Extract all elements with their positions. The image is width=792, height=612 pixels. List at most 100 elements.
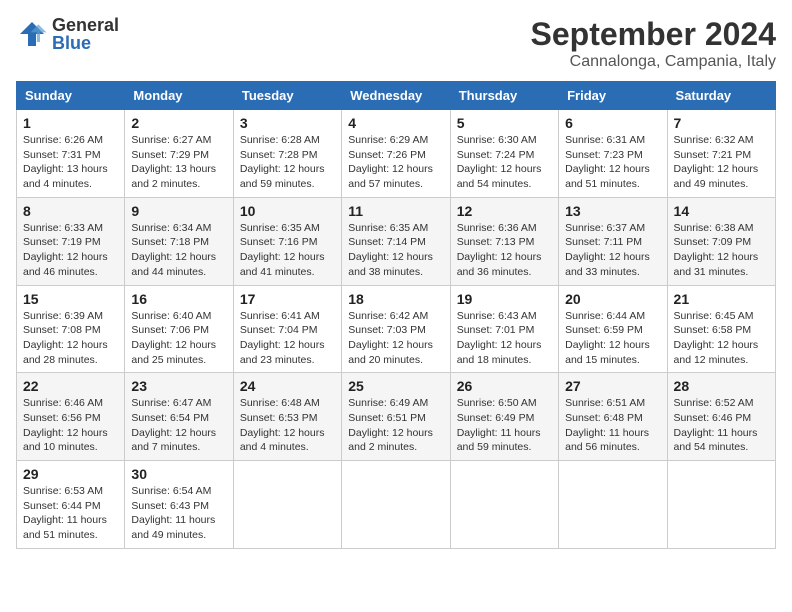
day-number: 3 <box>240 115 335 131</box>
day-info: Sunrise: 6:47 AM Sunset: 6:54 PM Dayligh… <box>131 396 226 455</box>
calendar-cell: 16 Sunrise: 6:40 AM Sunset: 7:06 PM Dayli… <box>125 285 233 373</box>
weekday-header-wednesday: Wednesday <box>342 82 450 110</box>
calendar-cell: 6 Sunrise: 6:31 AM Sunset: 7:23 PM Daylig… <box>559 110 667 198</box>
weekday-header-monday: Monday <box>125 82 233 110</box>
weekday-header-saturday: Saturday <box>667 82 775 110</box>
day-number: 16 <box>131 291 226 307</box>
day-info: Sunrise: 6:41 AM Sunset: 7:04 PM Dayligh… <box>240 309 335 368</box>
day-info: Sunrise: 6:54 AM Sunset: 6:43 PM Dayligh… <box>131 484 226 543</box>
calendar-cell: 20 Sunrise: 6:44 AM Sunset: 6:59 PM Dayli… <box>559 285 667 373</box>
day-info: Sunrise: 6:45 AM Sunset: 6:58 PM Dayligh… <box>674 309 769 368</box>
calendar-cell: 8Sunrise: 6:33 AM Sunset: 7:19 PM Daylig… <box>17 197 125 285</box>
day-info: Sunrise: 6:36 AM Sunset: 7:13 PM Dayligh… <box>457 221 552 280</box>
calendar-cell <box>233 461 341 549</box>
day-number: 7 <box>674 115 769 131</box>
calendar-cell: 30 Sunrise: 6:54 AM Sunset: 6:43 PM Dayli… <box>125 461 233 549</box>
calendar-cell: 22 Sunrise: 6:46 AM Sunset: 6:56 PM Dayli… <box>17 373 125 461</box>
calendar-cell: 24Sunrise: 6:48 AM Sunset: 6:53 PM Dayli… <box>233 373 341 461</box>
day-number: 29 <box>23 466 118 482</box>
day-number: 30 <box>131 466 226 482</box>
day-info: Sunrise: 6:27 AM Sunset: 7:29 PM Dayligh… <box>131 133 226 192</box>
day-info: Sunrise: 6:32 AM Sunset: 7:21 PM Dayligh… <box>674 133 769 192</box>
calendar-cell: 11 Sunrise: 6:35 AM Sunset: 7:14 PM Dayli… <box>342 197 450 285</box>
calendar-cell <box>559 461 667 549</box>
calendar-cell: 26Sunrise: 6:50 AM Sunset: 6:49 PM Dayli… <box>450 373 558 461</box>
day-info: Sunrise: 6:43 AM Sunset: 7:01 PM Dayligh… <box>457 309 552 368</box>
day-number: 27 <box>565 378 660 394</box>
day-number: 12 <box>457 203 552 219</box>
day-number: 17 <box>240 291 335 307</box>
day-number: 28 <box>674 378 769 394</box>
calendar-cell: 27Sunrise: 6:51 AM Sunset: 6:48 PM Dayli… <box>559 373 667 461</box>
day-number: 24 <box>240 378 335 394</box>
day-number: 2 <box>131 115 226 131</box>
calendar-cell: 23 Sunrise: 6:47 AM Sunset: 6:54 PM Dayli… <box>125 373 233 461</box>
day-info: Sunrise: 6:42 AM Sunset: 7:03 PM Dayligh… <box>348 309 443 368</box>
calendar-week-5: 29 Sunrise: 6:53 AM Sunset: 6:44 PM Dayli… <box>17 461 776 549</box>
day-number: 1 <box>23 115 118 131</box>
day-number: 26 <box>457 378 552 394</box>
calendar-cell: 12 Sunrise: 6:36 AM Sunset: 7:13 PM Dayli… <box>450 197 558 285</box>
calendar-cell: 7 Sunrise: 6:32 AM Sunset: 7:21 PM Daylig… <box>667 110 775 198</box>
day-info: Sunrise: 6:35 AM Sunset: 7:16 PM Dayligh… <box>240 221 335 280</box>
day-info: Sunrise: 6:53 AM Sunset: 6:44 PM Dayligh… <box>23 484 118 543</box>
day-number: 14 <box>674 203 769 219</box>
day-info: Sunrise: 6:26 AM Sunset: 7:31 PM Dayligh… <box>23 133 118 192</box>
day-info: Sunrise: 6:29 AM Sunset: 7:26 PM Dayligh… <box>348 133 443 192</box>
weekday-header-sunday: Sunday <box>17 82 125 110</box>
calendar-cell <box>450 461 558 549</box>
day-info: Sunrise: 6:34 AM Sunset: 7:18 PM Dayligh… <box>131 221 226 280</box>
calendar-cell: 9 Sunrise: 6:34 AM Sunset: 7:18 PM Daylig… <box>125 197 233 285</box>
day-number: 19 <box>457 291 552 307</box>
calendar-cell: 2 Sunrise: 6:27 AM Sunset: 7:29 PM Daylig… <box>125 110 233 198</box>
logo-text: General Blue <box>52 16 119 52</box>
logo: General Blue <box>16 16 119 52</box>
calendar-cell: 18Sunrise: 6:42 AM Sunset: 7:03 PM Dayli… <box>342 285 450 373</box>
calendar-cell: 5 Sunrise: 6:30 AM Sunset: 7:24 PM Daylig… <box>450 110 558 198</box>
day-info: Sunrise: 6:44 AM Sunset: 6:59 PM Dayligh… <box>565 309 660 368</box>
weekday-header-row: SundayMondayTuesdayWednesdayThursdayFrid… <box>17 82 776 110</box>
day-number: 8 <box>23 203 118 219</box>
day-info: Sunrise: 6:30 AM Sunset: 7:24 PM Dayligh… <box>457 133 552 192</box>
calendar-cell: 21 Sunrise: 6:45 AM Sunset: 6:58 PM Dayli… <box>667 285 775 373</box>
day-info: Sunrise: 6:46 AM Sunset: 6:56 PM Dayligh… <box>23 396 118 455</box>
day-number: 23 <box>131 378 226 394</box>
calendar-cell: 15Sunrise: 6:39 AM Sunset: 7:08 PM Dayli… <box>17 285 125 373</box>
day-number: 20 <box>565 291 660 307</box>
day-info: Sunrise: 6:35 AM Sunset: 7:14 PM Dayligh… <box>348 221 443 280</box>
day-number: 9 <box>131 203 226 219</box>
calendar-cell: 19 Sunrise: 6:43 AM Sunset: 7:01 PM Dayli… <box>450 285 558 373</box>
calendar-cell: 17 Sunrise: 6:41 AM Sunset: 7:04 PM Dayli… <box>233 285 341 373</box>
logo-general-text: General <box>52 16 119 34</box>
day-number: 15 <box>23 291 118 307</box>
day-number: 11 <box>348 203 443 219</box>
page-header: General Blue September 2024 Cannalonga, … <box>16 16 776 71</box>
day-info: Sunrise: 6:31 AM Sunset: 7:23 PM Dayligh… <box>565 133 660 192</box>
day-number: 5 <box>457 115 552 131</box>
logo-icon <box>16 18 48 50</box>
day-number: 6 <box>565 115 660 131</box>
day-number: 21 <box>674 291 769 307</box>
calendar-week-3: 15Sunrise: 6:39 AM Sunset: 7:08 PM Dayli… <box>17 285 776 373</box>
day-number: 10 <box>240 203 335 219</box>
day-info: Sunrise: 6:38 AM Sunset: 7:09 PM Dayligh… <box>674 221 769 280</box>
day-info: Sunrise: 6:40 AM Sunset: 7:06 PM Dayligh… <box>131 309 226 368</box>
weekday-header-tuesday: Tuesday <box>233 82 341 110</box>
day-info: Sunrise: 6:28 AM Sunset: 7:28 PM Dayligh… <box>240 133 335 192</box>
calendar-cell: 25Sunrise: 6:49 AM Sunset: 6:51 PM Dayli… <box>342 373 450 461</box>
calendar-cell: 3 Sunrise: 6:28 AM Sunset: 7:28 PM Daylig… <box>233 110 341 198</box>
calendar-cell: 29 Sunrise: 6:53 AM Sunset: 6:44 PM Dayli… <box>17 461 125 549</box>
title-area: September 2024 Cannalonga, Campania, Ita… <box>531 16 776 71</box>
calendar-cell: 10 Sunrise: 6:35 AM Sunset: 7:16 PM Dayli… <box>233 197 341 285</box>
month-title: September 2024 <box>531 16 776 53</box>
day-info: Sunrise: 6:52 AM Sunset: 6:46 PM Dayligh… <box>674 396 769 455</box>
calendar-cell <box>342 461 450 549</box>
location-title: Cannalonga, Campania, Italy <box>531 53 776 71</box>
day-number: 22 <box>23 378 118 394</box>
day-number: 25 <box>348 378 443 394</box>
day-number: 13 <box>565 203 660 219</box>
day-number: 4 <box>348 115 443 131</box>
calendar-week-2: 8Sunrise: 6:33 AM Sunset: 7:19 PM Daylig… <box>17 197 776 285</box>
calendar-cell: 1 Sunrise: 6:26 AM Sunset: 7:31 PM Daylig… <box>17 110 125 198</box>
calendar-table: SundayMondayTuesdayWednesdayThursdayFrid… <box>16 81 776 549</box>
